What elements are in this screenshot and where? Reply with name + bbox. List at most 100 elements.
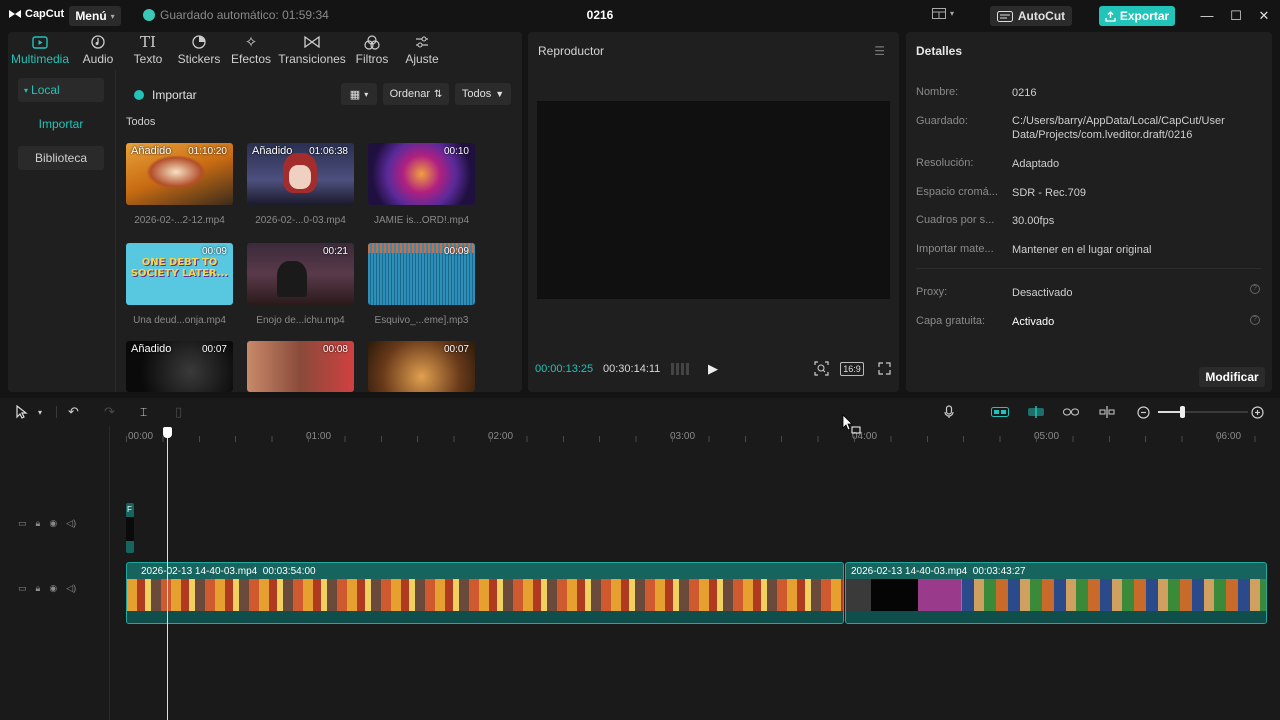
- maximize-icon[interactable]: ☐: [1228, 8, 1244, 24]
- layout-button[interactable]: ▾: [932, 8, 954, 19]
- project-title-text: 0216: [586, 8, 614, 22]
- select-cursor-icon[interactable]: [16, 404, 28, 420]
- media-item[interactable]: Añadido 01:06:38: [247, 143, 354, 205]
- main-track-magnet-icon[interactable]: [991, 404, 1009, 420]
- delete-icon[interactable]: ▯: [175, 404, 182, 420]
- media-icon: [32, 34, 48, 50]
- preview-axis-icon[interactable]: [1099, 404, 1115, 420]
- detail-label-framerate: Cuadros por s...: [916, 214, 995, 226]
- section-label: Todos: [126, 116, 156, 128]
- cover-icon[interactable]: ▭: [18, 583, 27, 594]
- media-item[interactable]: ONE DEBT TO SOCIETY LATER... 00:09: [126, 243, 233, 305]
- minimize-icon[interactable]: —: [1199, 8, 1215, 24]
- thumbnail-art: [289, 165, 311, 189]
- zoom-in-icon[interactable]: [1251, 404, 1264, 420]
- track-headers: ▭ 🔒︎ ◉ ◁) ▭ 🔒︎ ◉ ◁): [0, 426, 110, 720]
- link-icon[interactable]: [1063, 404, 1079, 420]
- video-clip[interactable]: 2026-02-13 14-40-03.mp4 00:03:43:27: [845, 562, 1267, 624]
- zoom-out-icon[interactable]: [1137, 404, 1150, 420]
- chevron-down-icon[interactable]: ▾: [38, 404, 42, 420]
- thumbnail-art: [146, 155, 206, 189]
- media-item-name: Esquivo_...eme].mp3: [374, 315, 469, 326]
- close-icon[interactable]: ✕: [1256, 8, 1272, 24]
- tab-filters[interactable]: Filtros: [348, 32, 396, 70]
- cover-icon[interactable]: ▭: [18, 518, 27, 529]
- zoom-slider-handle[interactable]: [1180, 406, 1185, 418]
- zoom-slider[interactable]: [1158, 406, 1248, 418]
- clip-frames: [846, 579, 1266, 611]
- chevron-down-icon: ▾: [950, 9, 955, 18]
- duration-label: 01:10:20: [188, 146, 227, 157]
- split-icon[interactable]: ⌶: [140, 404, 147, 420]
- media-item-name: 2026-02-...0-03.mp4: [255, 215, 346, 226]
- tab-multimedia[interactable]: Multimedia: [8, 32, 72, 70]
- thumbnail-art: [277, 261, 307, 297]
- media-item[interactable]: 00:21: [247, 243, 354, 305]
- menu-button[interactable]: Menú ▾: [69, 6, 121, 26]
- sidebar-item-library[interactable]: Biblioteca: [18, 146, 104, 170]
- playhead-handle[interactable]: [163, 427, 172, 438]
- grid-icon: ▦: [349, 88, 361, 101]
- autocut-button[interactable]: AutoCut: [990, 6, 1072, 26]
- eye-icon[interactable]: ◉: [49, 583, 57, 594]
- import-button[interactable]: Importar: [134, 84, 197, 106]
- mouse-cursor-icon: [842, 414, 862, 439]
- detail-value-colorspace: SDR - Rec.709: [1012, 187, 1086, 199]
- overlay-clip[interactable]: F: [126, 503, 134, 553]
- upload-icon: [1105, 10, 1116, 22]
- sticker-icon: [192, 34, 206, 50]
- tab-effects[interactable]: ✧ Efectos: [226, 32, 276, 70]
- view-grid-button[interactable]: ▦ ▾: [341, 83, 377, 105]
- sidebar-item-import[interactable]: Importar: [18, 112, 104, 136]
- duration-label: 00:09: [201, 246, 227, 257]
- detail-value-saved: C:/Users/barry/AppData/Local/CapCut/User…: [1012, 115, 1225, 141]
- eye-icon[interactable]: ◉: [49, 518, 57, 529]
- ruler-ticks: [126, 436, 1276, 442]
- export-button[interactable]: Exportar: [1099, 6, 1175, 26]
- video-preview[interactable]: [537, 101, 890, 299]
- detail-value-import: Mantener en el lugar original: [1012, 244, 1152, 256]
- auto-snap-icon[interactable]: [1027, 404, 1045, 420]
- clip-frames: [126, 517, 134, 541]
- tab-adjust[interactable]: Ajuste: [396, 32, 448, 70]
- tab-stickers[interactable]: Stickers: [172, 32, 226, 70]
- help-icon[interactable]: ?: [1250, 315, 1260, 325]
- speaker-icon[interactable]: ◁): [66, 583, 76, 594]
- autocut-icon: [996, 10, 1013, 22]
- modify-button[interactable]: Modificar: [1199, 367, 1265, 387]
- fullscreen-icon[interactable]: [878, 362, 891, 378]
- caret-down-icon: ▾: [24, 85, 29, 95]
- sort-button[interactable]: Ordenar ⇅: [383, 83, 449, 105]
- media-item[interactable]: 00:08: [247, 341, 354, 392]
- undo-icon[interactable]: ↶: [68, 404, 79, 420]
- filters-icon: [364, 34, 380, 50]
- track-header-overlay: ▭ 🔒︎ ◉ ◁): [18, 518, 76, 529]
- speaker-icon[interactable]: ◁): [66, 518, 76, 529]
- redo-icon[interactable]: ↷: [104, 404, 115, 420]
- filter-button[interactable]: Todos ▼: [455, 83, 511, 105]
- zoom-fit-icon[interactable]: [814, 361, 829, 379]
- lock-icon[interactable]: 🔒︎: [36, 583, 41, 594]
- aspect-ratio-button[interactable]: 16:9: [840, 362, 864, 376]
- tab-transitions[interactable]: Transiciones: [276, 32, 348, 70]
- detail-label-saved: Guardado:: [916, 115, 968, 127]
- video-clip[interactable]: 2026-02-13 14-40-03.mp4 00:03:54:00: [126, 562, 844, 624]
- playhead-line: [167, 434, 168, 720]
- tab-text[interactable]: TI Texto: [124, 32, 172, 70]
- media-item[interactable]: 00:09: [368, 243, 475, 305]
- play-icon[interactable]: ▶: [708, 361, 718, 377]
- media-item[interactable]: 00:07: [368, 341, 475, 392]
- detail-value-name: 0216: [1012, 87, 1037, 99]
- media-item[interactable]: Añadido 01:10:20: [126, 143, 233, 205]
- media-item[interactable]: 00:10: [368, 143, 475, 205]
- media-item[interactable]: Añadido 00:07: [126, 341, 233, 392]
- tab-audio[interactable]: Audio: [72, 32, 124, 70]
- hamburger-menu-icon[interactable]: ☰: [874, 44, 885, 58]
- lock-icon[interactable]: 🔒︎: [36, 518, 41, 529]
- sidebar-item-local[interactable]: ▾ Local: [18, 78, 104, 102]
- divider: [56, 406, 57, 418]
- clip-waveform: [846, 611, 1266, 623]
- timeline-ruler[interactable]: 00:00 01:00 02:00 03:00 04:00 05:00 06:0…: [110, 426, 1280, 448]
- microphone-icon[interactable]: [944, 404, 954, 420]
- help-icon[interactable]: ?: [1250, 284, 1260, 294]
